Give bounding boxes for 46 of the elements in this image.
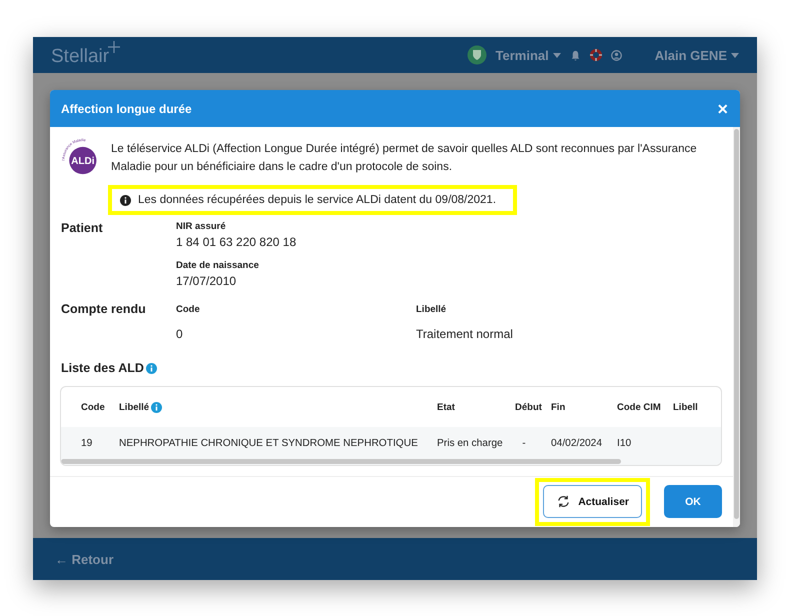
info-icon[interactable] — [151, 402, 162, 412]
refresh-icon — [556, 494, 572, 509]
table-cell: Pris en charge — [437, 438, 503, 448]
column-header: Libell — [673, 402, 698, 412]
notice-text: Les données récupérées depuis le service ALDi datent du 09/08/2021. — [138, 194, 496, 206]
column-header: Début — [515, 402, 542, 412]
column-header: Etat — [437, 402, 455, 412]
app-logo[interactable]: Stellair — [51, 41, 120, 69]
field-value: 1 84 01 63 220 820 18 — [176, 235, 296, 249]
lifebuoy-icon[interactable] — [590, 49, 602, 61]
table-cell: I10 — [617, 438, 632, 448]
table-cell: 04/02/2024 — [551, 438, 602, 448]
info-icon — [120, 194, 131, 206]
shield-icon[interactable] — [466, 45, 487, 65]
terminal-menu[interactable]: Terminal — [496, 48, 549, 62]
description-text: Le téléservice ALDi (Affection Longue Durée intégré) permet de savoir quelles ALD sont reconnues par l'Assurance Maladie pour un bénéficiaire dans le cadre d'un protocole de soins. — [111, 142, 698, 175]
caret-icon[interactable] — [552, 52, 561, 58]
user-icon[interactable] — [610, 50, 622, 60]
field-value: Traitement normal — [416, 327, 514, 341]
ok-button[interactable]: OK — [664, 485, 722, 518]
info-icon[interactable] — [146, 362, 157, 374]
modal-title: Affection longue durée — [61, 102, 192, 116]
table-cell: NEPHROPATHIE CHRONIQUE ET SYNDROME NEPHROTIQUE — [119, 438, 418, 448]
field-label: NIR assuré — [176, 221, 227, 232]
column-label: Code — [176, 304, 201, 315]
column-header: Libellé — [119, 402, 150, 412]
section-heading: Liste des ALD — [61, 361, 144, 375]
column-label: Libellé — [416, 304, 448, 315]
bell-icon[interactable] — [570, 50, 581, 60]
scrollbar-thumb[interactable] — [61, 459, 621, 464]
user-menu[interactable]: Alain GENE — [654, 48, 727, 62]
section-heading: Patient — [61, 221, 104, 237]
table-cell: - — [522, 438, 526, 448]
column-header: Code CIM — [617, 402, 661, 412]
close-button[interactable]: × — [717, 100, 728, 118]
scrollbar-thumb[interactable] — [734, 129, 739, 519]
back-link[interactable]: ← Retour — [55, 552, 114, 566]
caret-icon[interactable] — [731, 52, 739, 58]
column-header: Fin — [551, 402, 566, 412]
column-header: Code — [81, 402, 105, 412]
field-value: 0 — [176, 327, 184, 341]
section-heading: Compte rendu — [61, 302, 147, 318]
refresh-button[interactable]: Actualiser — [543, 485, 642, 518]
table-cell: 19 — [81, 438, 92, 448]
field-value: 17/07/2010 — [176, 274, 238, 288]
field-label: Date de naissance — [176, 260, 260, 271]
